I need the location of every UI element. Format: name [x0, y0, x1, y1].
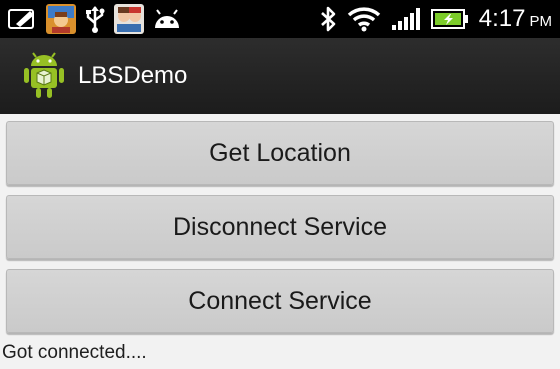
- edit-note-icon: [8, 4, 38, 34]
- app-title: LBSDemo: [78, 62, 188, 89]
- connection-status-text: Got connected....: [2, 342, 147, 363]
- game-app-icon: [46, 4, 76, 34]
- action-bar: LBSDemo: [0, 38, 560, 114]
- usb-icon: [84, 4, 106, 34]
- status-bar: 4:17 PM: [0, 0, 560, 38]
- main-content: Get Location Disconnect Service Connect …: [0, 114, 560, 369]
- clock: 4:17 PM: [479, 5, 552, 33]
- notification-icons: [8, 4, 182, 34]
- signal-icon: [391, 4, 421, 34]
- android-app-icon[interactable]: [22, 52, 66, 100]
- wifi-icon: [347, 4, 381, 34]
- manga-app-icon: [114, 4, 144, 34]
- connect-service-button[interactable]: Connect Service: [6, 269, 554, 333]
- bluetooth-icon: [319, 4, 337, 34]
- clock-time: 4:17: [478, 5, 526, 32]
- clock-ampm: PM: [529, 13, 553, 30]
- battery-icon: [430, 4, 469, 34]
- android-icon: [152, 4, 182, 34]
- get-location-button[interactable]: Get Location: [6, 121, 554, 185]
- disconnect-service-button[interactable]: Disconnect Service: [6, 195, 554, 259]
- system-icons: 4:17 PM: [319, 4, 552, 34]
